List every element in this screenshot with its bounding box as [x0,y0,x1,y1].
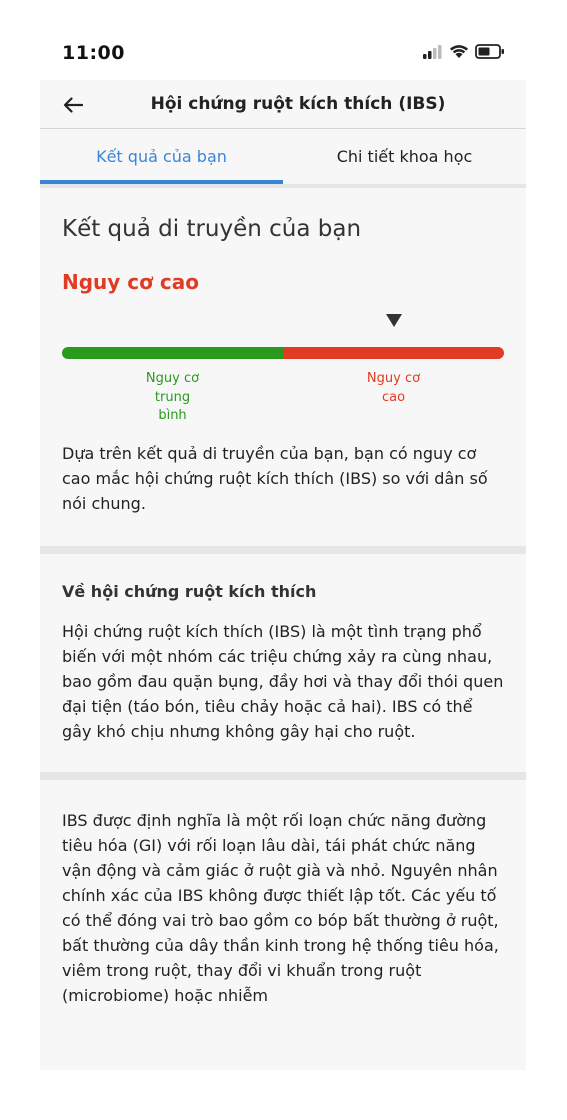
wifi-icon [450,45,468,58]
app-screen: Hội chứng ruột kích thích (IBS) Kết quả … [40,80,526,1070]
details-text: IBS được định nghĩa là một rối loạn chức… [62,811,499,1005]
result-card: Kết quả di truyền của bạn Nguy cơ cao Ng… [40,188,526,546]
scale-label-average: Nguy cơ trung bình [145,371,200,423]
status-bar: 11:00 [0,0,567,80]
about-text: Hội chứng ruột kích thích (IBS) là một t… [62,622,504,741]
section-divider [40,772,526,780]
result-heading: Kết quả di truyền của bạn [62,216,362,242]
tab-label: Chi tiết khoa học [336,147,473,166]
risk-bar-high-segment [283,347,504,359]
risk-marker-icon [385,314,402,327]
tab-your-results[interactable]: Kết quả của bạn [40,129,283,184]
risk-bar [62,347,504,359]
signal-icon [423,44,442,59]
page-title: Hội chứng ruột kích thích (IBS) [150,94,446,114]
details-card: IBS được định nghĩa là một rối loạn chức… [40,780,526,1008]
status-icons [423,44,505,59]
risk-level: Nguy cơ cao [62,270,199,294]
status-time: 11:00 [62,42,125,64]
risk-scale: Nguy cơ trung bình Nguy cơ cao [62,304,504,429]
tab-bar: Kết quả của bạn Chi tiết khoa học [40,129,526,184]
section-divider [40,546,526,554]
scale-label-high: Nguy cơ cao [366,371,421,405]
tab-scientific-details[interactable]: Chi tiết khoa học [283,129,526,184]
risk-bar-average-segment [62,347,283,359]
tab-label: Kết quả của bạn [96,147,227,166]
about-card: Về hội chứng ruột kích thích Hội chứng r… [40,554,526,772]
top-app-bar: Hội chứng ruột kích thích (IBS) [40,80,526,129]
result-description: Dựa trên kết quả di truyền của bạn, bạn … [62,444,488,513]
about-title: Về hội chứng ruột kích thích [62,582,317,601]
battery-icon [475,44,504,59]
